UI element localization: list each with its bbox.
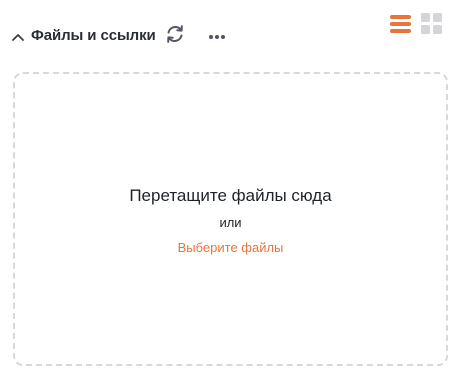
dropzone-content: Перетащите файлы сюда или Выберите файлы [129,186,331,256]
list-view-icon [389,14,411,38]
grid-view-button[interactable] [419,13,443,39]
dropzone-title: Перетащите файлы сюда [129,186,332,205]
chevron-up-icon[interactable] [11,30,25,44]
refresh-icon [164,23,186,50]
list-view-button[interactable] [388,14,412,38]
grid-view-icon [420,13,442,39]
select-files-link[interactable]: Выберите файлы [178,240,284,256]
dropzone-or-text: или [219,215,242,230]
refresh-button[interactable] [163,24,187,48]
more-horizontal-icon [208,27,226,45]
files-links-header: Файлы и ссылки [0,0,461,70]
file-dropzone[interactable]: Перетащите файлы сюда или Выберите файлы [13,72,448,366]
more-options-button[interactable] [205,28,229,44]
section-title: Файлы и ссылки [31,27,156,44]
